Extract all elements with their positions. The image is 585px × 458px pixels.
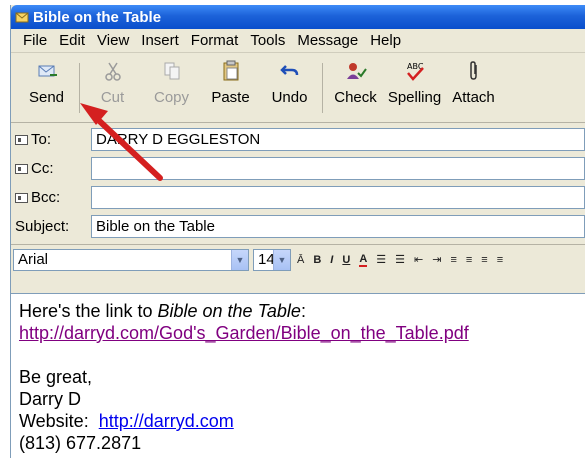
red-arrow-annotation	[80, 103, 163, 181]
